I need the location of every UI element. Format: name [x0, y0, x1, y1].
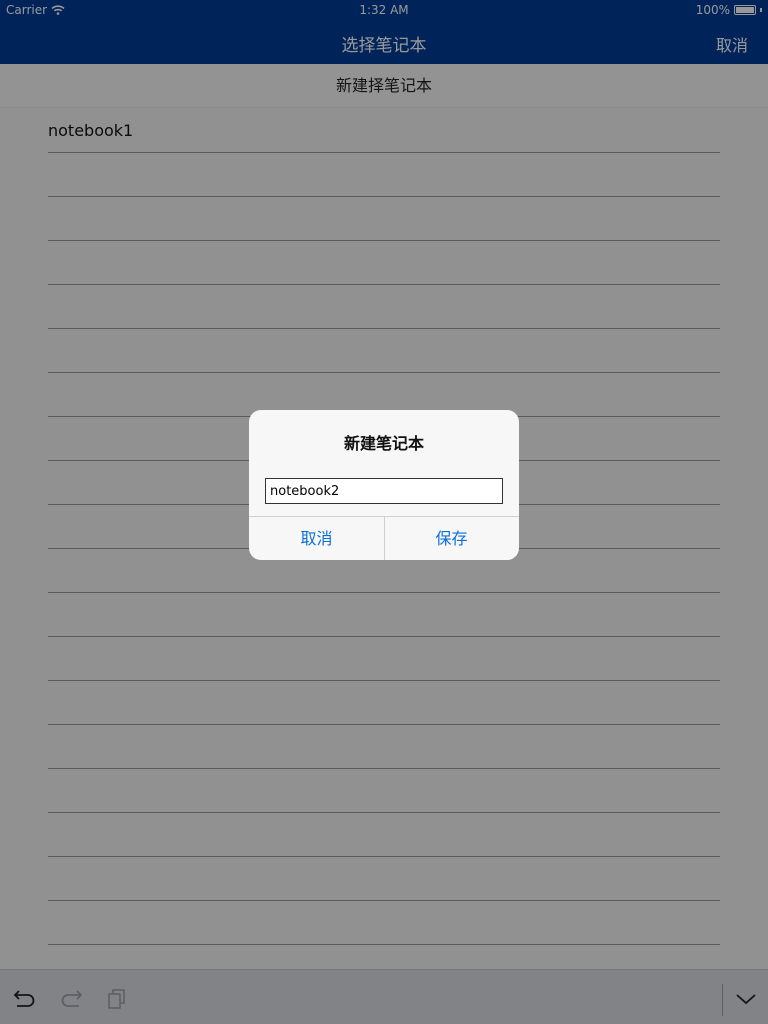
dialog-title: 新建笔记本	[343, 434, 424, 453]
new-notebook-dialog: 新建笔记本 取消 保存	[249, 410, 519, 560]
dialog-save-button[interactable]: 保存	[384, 517, 519, 560]
dialog-cancel-button[interactable]: 取消	[249, 517, 384, 560]
notebook-name-input[interactable]	[265, 478, 503, 504]
